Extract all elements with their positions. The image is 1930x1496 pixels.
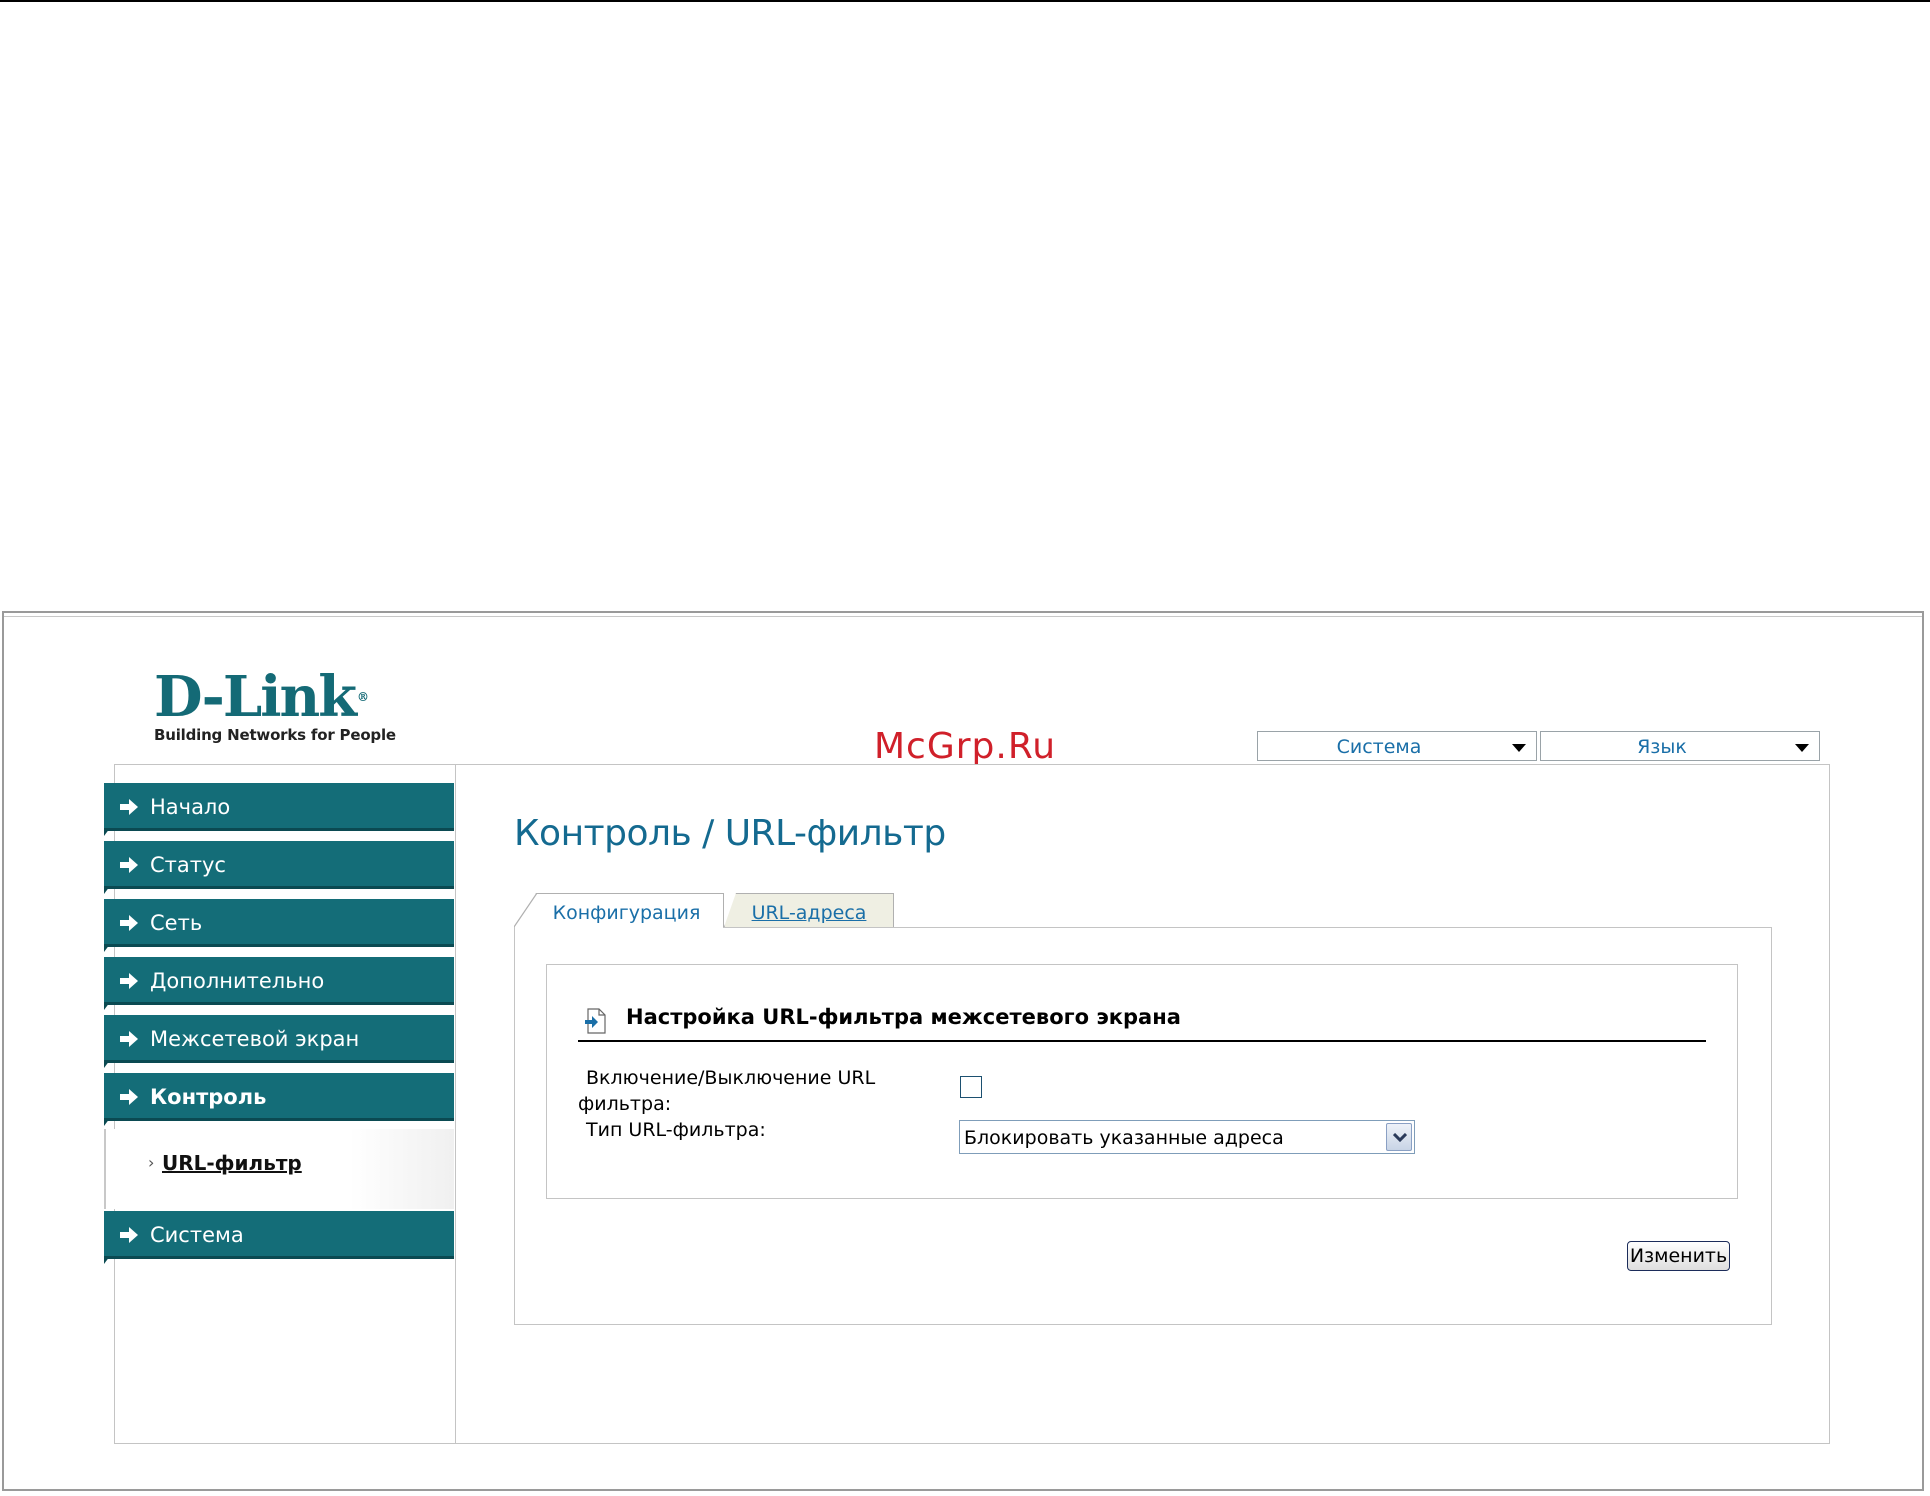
enable-url-filter-checkbox[interactable]	[960, 1076, 982, 1098]
sidebar-item-label: Контроль	[150, 1085, 267, 1109]
tab-url-addresses[interactable]: URL-адреса	[724, 893, 894, 927]
document-arrow-icon	[585, 1008, 606, 1034]
logo-tagline: Building Networks for People	[154, 726, 396, 744]
apply-button[interactable]: Изменить	[1627, 1241, 1730, 1271]
sidebar-subitem-url-filter[interactable]: URL-фильтр	[162, 1151, 302, 1175]
sidebar-item-label: Сеть	[150, 911, 203, 935]
sidebar-item-network[interactable]: Сеть	[104, 899, 454, 952]
filter-type-select[interactable]: Блокировать указанные адреса	[959, 1120, 1415, 1154]
sub-item-bullet: ›	[148, 1153, 155, 1172]
enable-filter-label-line2: фильтра:	[578, 1093, 672, 1115]
arrow-right-icon	[120, 1031, 138, 1047]
arrow-right-icon	[120, 799, 138, 815]
sidebar-item-control[interactable]: Контроль	[104, 1073, 454, 1126]
chevron-down-icon	[1512, 744, 1526, 752]
arrow-right-icon	[120, 915, 138, 931]
system-menu-dropdown[interactable]: Система	[1257, 731, 1537, 761]
tab-slant-decoration	[514, 893, 538, 927]
section-title: Настройка URL-фильтра межсетевого экрана	[626, 1005, 1181, 1029]
section-divider	[578, 1040, 1706, 1042]
logo-brand-text: D-Link	[154, 664, 357, 730]
arrow-right-icon	[120, 973, 138, 989]
router-web-ui: D-Link ® Building Networks for People McG…	[2, 611, 1924, 1491]
sidebar-item-advanced[interactable]: Дополнительно	[104, 957, 454, 1010]
page-title: Контроль / URL-фильтр	[514, 813, 946, 854]
logo-registered-mark: ®	[357, 690, 369, 704]
window-top-line	[4, 616, 1922, 617]
arrow-right-icon	[120, 857, 138, 873]
sidebar-item-label: Межсетевой экран	[150, 1027, 360, 1051]
chevron-down-icon	[1795, 744, 1809, 752]
system-menu-label: Система	[1336, 736, 1422, 758]
sidebar-item-system[interactable]: Система	[104, 1211, 454, 1264]
language-menu-dropdown[interactable]: Язык	[1540, 731, 1820, 761]
dlink-logo: D-Link ® Building Networks for People	[154, 669, 396, 744]
select-dropdown-button[interactable]	[1386, 1123, 1412, 1151]
tab-configuration[interactable]: Конфигурация	[514, 893, 724, 927]
filter-type-label: Тип URL-фильтра:	[586, 1119, 766, 1141]
language-menu-label: Язык	[1637, 736, 1687, 758]
frame-separator	[455, 765, 456, 1443]
arrow-right-icon	[120, 1227, 138, 1243]
tab-url-addresses-label: URL-адреса	[751, 902, 867, 924]
sidebar-item-status[interactable]: Статус	[104, 841, 454, 894]
sidebar-subpanel-control: › URL-фильтр	[104, 1129, 454, 1209]
sidebar-item-label: Дополнительно	[150, 969, 325, 993]
chevron-down-icon	[1393, 1133, 1407, 1143]
sidebar-item-label: Начало	[150, 795, 231, 819]
sidebar-item-label: Система	[150, 1223, 244, 1247]
active-tab-join	[515, 926, 723, 929]
sidebar-item-label: Статус	[150, 853, 226, 877]
watermark: McGrp.Ru	[874, 726, 1057, 767]
sidebar-item-home[interactable]: Начало	[104, 783, 454, 836]
filter-type-value: Блокировать указанные адреса	[964, 1127, 1284, 1149]
enable-filter-label-line1: Включение/Выключение URL	[586, 1067, 876, 1089]
top-rule	[0, 0, 1930, 2]
tab-configuration-label: Конфигурация	[552, 902, 701, 924]
sidebar-item-firewall[interactable]: Межсетевой экран	[104, 1015, 454, 1068]
logo-brand: D-Link ®	[154, 669, 396, 725]
arrow-right-icon	[120, 1089, 138, 1105]
